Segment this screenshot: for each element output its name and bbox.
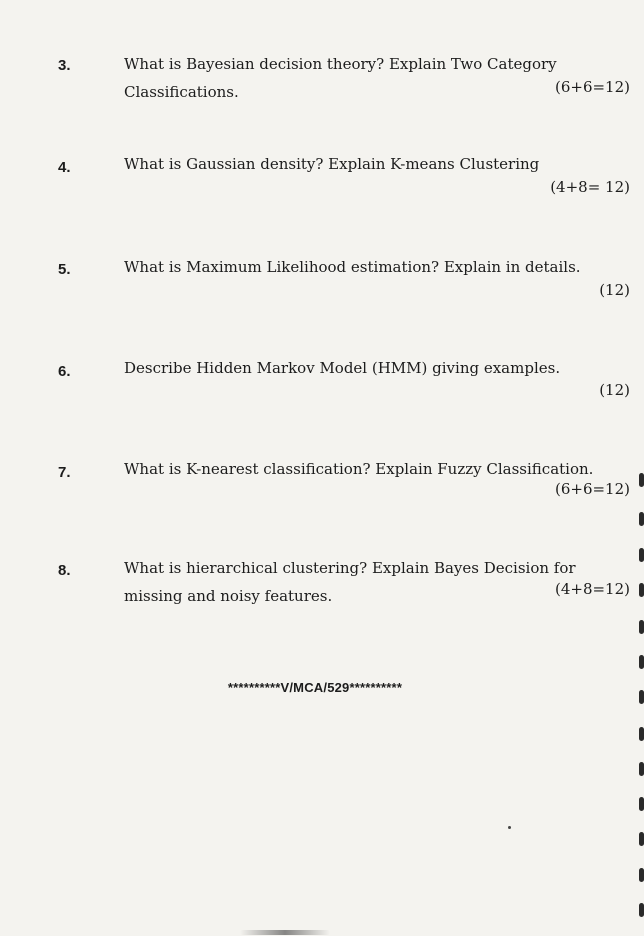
question-number: 8. xyxy=(58,562,71,579)
question-number: 4. xyxy=(58,159,71,176)
scan-dot xyxy=(508,826,511,829)
question-text: Describe Hidden Markov Model (HMM) givin… xyxy=(124,354,604,382)
question-line-2: missing and noisy features. xyxy=(124,587,333,605)
question-line-1: What is hierarchical clustering? Explain… xyxy=(124,559,576,577)
exam-page: 3. What is Bayesian decision theory? Exp… xyxy=(0,0,644,936)
scan-edge-mark xyxy=(639,512,644,526)
question-marks: (4+8= 12) xyxy=(550,178,630,196)
scan-edge-mark xyxy=(639,473,644,487)
scan-edge-mark xyxy=(639,690,644,704)
question-number: 6. xyxy=(58,363,71,380)
scan-edge-mark xyxy=(639,548,644,562)
question-marks: (12) xyxy=(599,381,630,399)
question-line-1: What is Bayesian decision theory? Explai… xyxy=(124,55,557,73)
question-marks: (12) xyxy=(599,281,630,299)
question-line-2: Classifications. xyxy=(124,83,239,101)
scan-edge-mark xyxy=(639,655,644,669)
question-text: What is Maximum Likelihood estimation? E… xyxy=(124,253,604,281)
question-line-1: What is Maximum Likelihood estimation? E… xyxy=(124,258,581,276)
scan-edge-mark xyxy=(639,620,644,634)
scan-edge-mark xyxy=(639,583,644,597)
question-text: What is Gaussian density? Explain K-mean… xyxy=(124,150,604,178)
scan-edge-mark xyxy=(639,868,644,882)
question-text: What is K-nearest classification? Explai… xyxy=(124,455,604,483)
question-line-1: What is K-nearest classification? Explai… xyxy=(124,460,594,478)
question-number: 3. xyxy=(58,57,71,74)
paper-code-footer: **********V/MCA/529********** xyxy=(227,680,403,695)
question-marks: (6+6=12) xyxy=(554,78,630,96)
scan-edge-mark xyxy=(639,832,644,846)
scan-smudge xyxy=(240,930,330,935)
question-marks: (6+6=12) xyxy=(554,480,630,498)
scan-edge-mark xyxy=(639,797,644,811)
scan-edge-mark xyxy=(639,903,644,917)
question-marks: (4+8=12) xyxy=(554,580,630,598)
scan-edge-mark xyxy=(639,762,644,776)
question-number: 7. xyxy=(58,464,71,481)
scan-edge-mark xyxy=(639,727,644,741)
question-text: What is hierarchical clustering? Explain… xyxy=(124,554,604,610)
question-number: 5. xyxy=(58,261,71,278)
question-line-1: What is Gaussian density? Explain K-mean… xyxy=(124,155,540,173)
question-line-1: Describe Hidden Markov Model (HMM) givin… xyxy=(124,359,561,377)
question-text: What is Bayesian decision theory? Explai… xyxy=(124,50,604,106)
